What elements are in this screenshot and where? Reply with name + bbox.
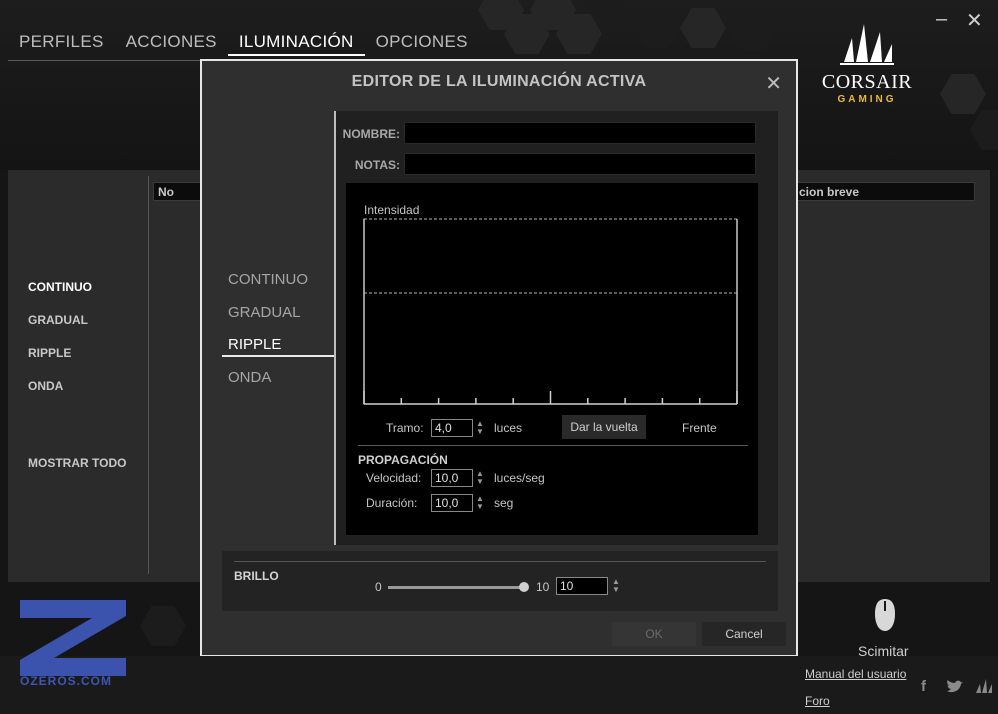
tramo-spinner[interactable]: ▲ ▼: [476, 420, 484, 436]
facebook-icon[interactable]: f: [921, 678, 926, 695]
device-name: Scimitar: [858, 643, 909, 659]
flip-button[interactable]: Dar la vuelta: [562, 415, 646, 439]
sidebar-item-onda[interactable]: ONDA: [28, 379, 63, 393]
sidebar-item-ripple[interactable]: RIPPLE: [28, 346, 71, 360]
sidebar-item-continuo[interactable]: CONTINUO: [28, 280, 92, 294]
brightness-slider[interactable]: [388, 586, 524, 589]
tab-iluminacion[interactable]: ILUMINACIÓN: [227, 30, 365, 56]
tramo-unit: luces: [494, 421, 523, 435]
notes-label: NOTAS:: [354, 158, 400, 172]
brightness-min: 0: [375, 580, 382, 594]
manual-link[interactable]: Manual del usuario: [805, 667, 906, 681]
brightness-divider: [234, 561, 766, 562]
dialog-title: EDITOR DE LA ILUMINACIÓN ACTIVA: [351, 73, 647, 90]
tramo-label: Tramo:: [386, 421, 424, 435]
effect-editor: NOMBRE: NOTAS: Intensidad Tramo: ▲▼ luce…: [334, 111, 778, 545]
effect-continuo[interactable]: CONTINUO: [228, 271, 308, 288]
brand-name: CORSAIR: [821, 71, 913, 93]
tramo-input[interactable]: [431, 419, 473, 437]
effect-onda[interactable]: ONDA: [228, 369, 271, 386]
forum-link[interactable]: Foro: [805, 694, 830, 708]
corsair-logo: CORSAIR GAMING: [812, 18, 922, 105]
corsair-icon[interactable]: [974, 678, 994, 694]
brightness-label: BRILLO: [234, 569, 279, 583]
brightness-input[interactable]: [556, 577, 608, 595]
watermark-text: OZEROS.COM: [20, 674, 113, 688]
intensity-graph[interactable]: [346, 183, 758, 413]
brightness-panel: BRILLO 0 10 ▲▼: [222, 551, 778, 611]
effect-gradual[interactable]: GRADUAL: [228, 304, 301, 321]
lighting-editor-dialog: EDITOR DE LA ILUMINACIÓN ACTIVA ✕ CONTIN…: [200, 59, 798, 657]
graph-ticks: [363, 391, 738, 404]
tab-perfiles[interactable]: PERFILES: [8, 30, 115, 56]
main-nav: PERFILES ACCIONES ILUMINACIÓN OPCIONES: [8, 30, 467, 61]
section-divider: [358, 445, 748, 446]
ripple-graph-area: Intensidad Tramo: ▲▼ luces Dar la vuelta…: [346, 183, 758, 535]
brightness-max: 10: [536, 580, 550, 594]
brightness-spinner[interactable]: ▲ ▼: [612, 578, 620, 594]
column-header-name: No: [153, 182, 203, 201]
column-header-description: cion breve: [794, 182, 975, 201]
show-all-button[interactable]: MOSTRAR TODO: [28, 456, 126, 470]
sidebar-divider: [148, 176, 149, 574]
minimize-button[interactable]: –: [936, 8, 947, 31]
front-label: Frente: [682, 421, 717, 435]
brand-sub: GAMING: [837, 94, 897, 105]
duration-spinner[interactable]: ▲ ▼: [476, 495, 484, 511]
name-label: NOMBRE:: [342, 127, 400, 141]
notes-field[interactable]: [404, 153, 756, 175]
footer-bar: [0, 656, 998, 714]
brightness-slider-thumb[interactable]: [519, 582, 529, 592]
watermark-logo: [20, 600, 126, 676]
name-field[interactable]: [404, 122, 756, 144]
effect-ripple[interactable]: RIPPLE: [228, 336, 281, 353]
speed-label: Velocidad:: [366, 471, 422, 485]
graph-frame: [363, 218, 738, 405]
duration-input[interactable]: [431, 494, 473, 512]
hex-decor: [140, 606, 186, 646]
propagation-heading: PROPAGACIÓN: [358, 453, 448, 467]
close-icon[interactable]: ✕: [765, 71, 782, 96]
sails-icon: [840, 24, 894, 65]
sidebar-item-gradual[interactable]: GRADUAL: [28, 313, 88, 327]
cancel-button[interactable]: Cancel: [702, 622, 786, 646]
duration-unit: seg: [494, 496, 514, 510]
active-effect-indicator: [222, 355, 334, 357]
tab-acciones[interactable]: ACCIONES: [115, 30, 228, 56]
tab-opciones[interactable]: OPCIONES: [365, 30, 479, 56]
speed-spinner[interactable]: ▲ ▼: [476, 470, 484, 486]
speed-input[interactable]: [431, 469, 473, 487]
close-window-button[interactable]: ✕: [966, 8, 983, 33]
duration-label: Duración:: [366, 496, 418, 510]
speed-unit: luces/seg: [494, 471, 545, 485]
twitter-icon[interactable]: [946, 680, 964, 694]
mouse-icon[interactable]: [873, 598, 897, 632]
intensity-label: Intensidad: [364, 203, 420, 217]
ok-button[interactable]: OK: [612, 622, 696, 646]
